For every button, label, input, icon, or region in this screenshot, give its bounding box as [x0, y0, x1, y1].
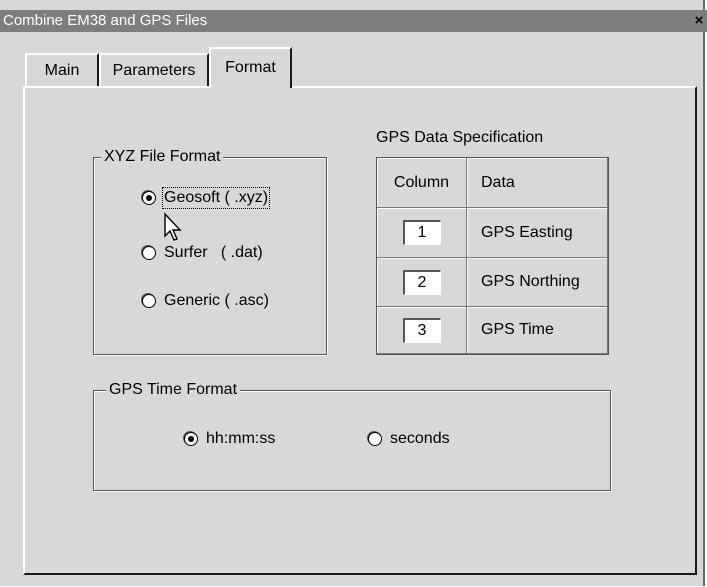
radio-seconds-label: seconds: [390, 430, 450, 447]
window-title: Combine EM38 and GPS Files: [3, 12, 208, 29]
tab-parameters-label: Parameters: [112, 62, 196, 79]
column-input[interactable]: 2: [402, 269, 441, 295]
tab-main-label: Main: [44, 62, 80, 79]
table-row: 2: [377, 258, 467, 307]
radio-hhmmss[interactable]: hh:mm:ss: [184, 430, 275, 448]
time-format-title: GPS Time Format: [106, 381, 241, 399]
radio-generic-indicator[interactable]: [142, 294, 156, 308]
table-row: 3: [377, 307, 467, 354]
radio-surfer-label: Surfer ( .dat): [164, 244, 263, 261]
radio-surfer-indicator[interactable]: [142, 246, 156, 260]
radio-seconds[interactable]: seconds: [368, 430, 450, 448]
column-input[interactable]: 1: [402, 220, 441, 245]
tab-format-label: Format: [225, 59, 276, 76]
radio-geosoft-indicator[interactable]: [142, 191, 156, 205]
radio-seconds-indicator[interactable]: [368, 432, 382, 446]
tab-main[interactable]: Main: [25, 53, 99, 86]
time-format-group: [93, 390, 611, 491]
header-data: Data: [467, 158, 608, 208]
row-data-label: GPS Time: [467, 307, 608, 354]
gps-spec-title: GPS Data Specification: [376, 129, 544, 146]
column-input[interactable]: 3: [402, 317, 441, 343]
mouse-pointer-icon: [164, 212, 182, 241]
xyz-format-title: XYZ File Format: [101, 148, 224, 166]
radio-surfer[interactable]: Surfer ( .dat): [142, 244, 263, 262]
close-icon[interactable]: ×: [693, 12, 705, 30]
table-row: 1: [377, 208, 467, 258]
dialog-window: Combine EM38 and GPS Files × Main Parame…: [0, 0, 707, 586]
row-data-label: GPS Easting: [467, 208, 608, 258]
radio-generic[interactable]: Generic ( .asc): [142, 292, 269, 310]
header-column: Column: [377, 158, 467, 208]
radio-generic-label: Generic ( .asc): [164, 292, 269, 309]
radio-hhmmss-indicator[interactable]: [184, 432, 198, 446]
tab-parameters[interactable]: Parameters: [99, 53, 209, 86]
title-bar: Combine EM38 and GPS Files ×: [0, 10, 707, 32]
radio-geosoft-label: Geosoft ( .xyz): [161, 187, 271, 209]
gps-spec-table: Column Data 1 GPS Easting 2 GPS Northing…: [376, 157, 609, 355]
radio-geosoft[interactable]: Geosoft ( .xyz): [142, 187, 271, 209]
tab-format[interactable]: Format: [209, 47, 292, 88]
row-data-label: GPS Northing: [467, 258, 608, 307]
radio-hhmmss-label: hh:mm:ss: [206, 430, 276, 447]
